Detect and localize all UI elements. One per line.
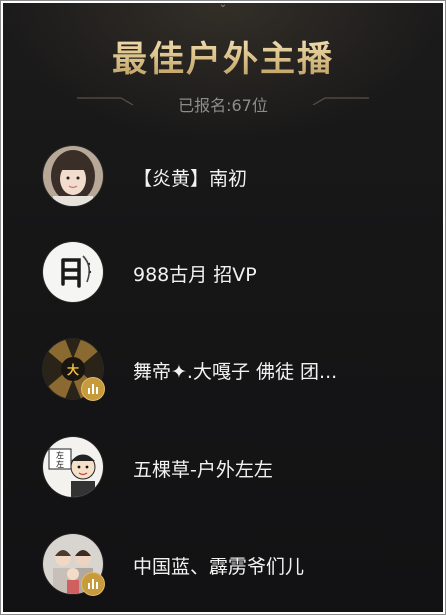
live-badge xyxy=(81,572,105,596)
streamer-name: 988古月 招VP xyxy=(133,264,257,286)
svg-text:大: 大 xyxy=(67,362,79,377)
streamer-name: 中国蓝、霹雳爷们儿 xyxy=(133,556,305,578)
right-deco-line-icon xyxy=(312,97,369,105)
list-item[interactable]: 大 舞帝✦.大嘎子 佛徒 团... xyxy=(3,334,443,414)
list-item[interactable]: 988古月 招VP xyxy=(3,237,443,317)
streamer-name: 五棵草-户外左左 xyxy=(133,459,273,481)
chevron-down-icon[interactable]: ⌄ xyxy=(217,3,229,10)
girl-photo-avatar[interactable] xyxy=(43,146,103,206)
svg-text:左: 左 xyxy=(56,459,64,469)
page-title: 最佳户外主播 xyxy=(3,31,443,82)
registration-count: 已报名:67位 xyxy=(178,96,268,115)
live-badge xyxy=(81,377,105,401)
list-item[interactable]: 左 左 五棵草-户外左左 xyxy=(3,432,443,512)
streamer-name: 【炎黄】南初 xyxy=(133,168,248,190)
cartoon-avatar[interactable]: 左 左 xyxy=(43,437,103,497)
list-item[interactable]: 【炎黄】南初 xyxy=(3,141,443,221)
live-bars-icon xyxy=(88,579,98,589)
streamer-name: 舞帝✦.大嘎子 佛徒 团... xyxy=(133,361,338,383)
ranking-panel: ⌄ 最佳户外主播 已报名:67位 【炎黄】南初 988古月 招VP 大 舞帝✦.… xyxy=(3,3,443,612)
svg-text:左: 左 xyxy=(56,450,64,460)
live-bars-icon xyxy=(88,384,98,394)
window-frame: ⌄ 最佳户外主播 已报名:67位 【炎黄】南初 988古月 招VP 大 舞帝✦.… xyxy=(0,0,446,615)
calligraphy-avatar[interactable] xyxy=(43,242,103,302)
list-item[interactable]: 中国蓝、霹雳爷们儿 xyxy=(3,529,443,609)
